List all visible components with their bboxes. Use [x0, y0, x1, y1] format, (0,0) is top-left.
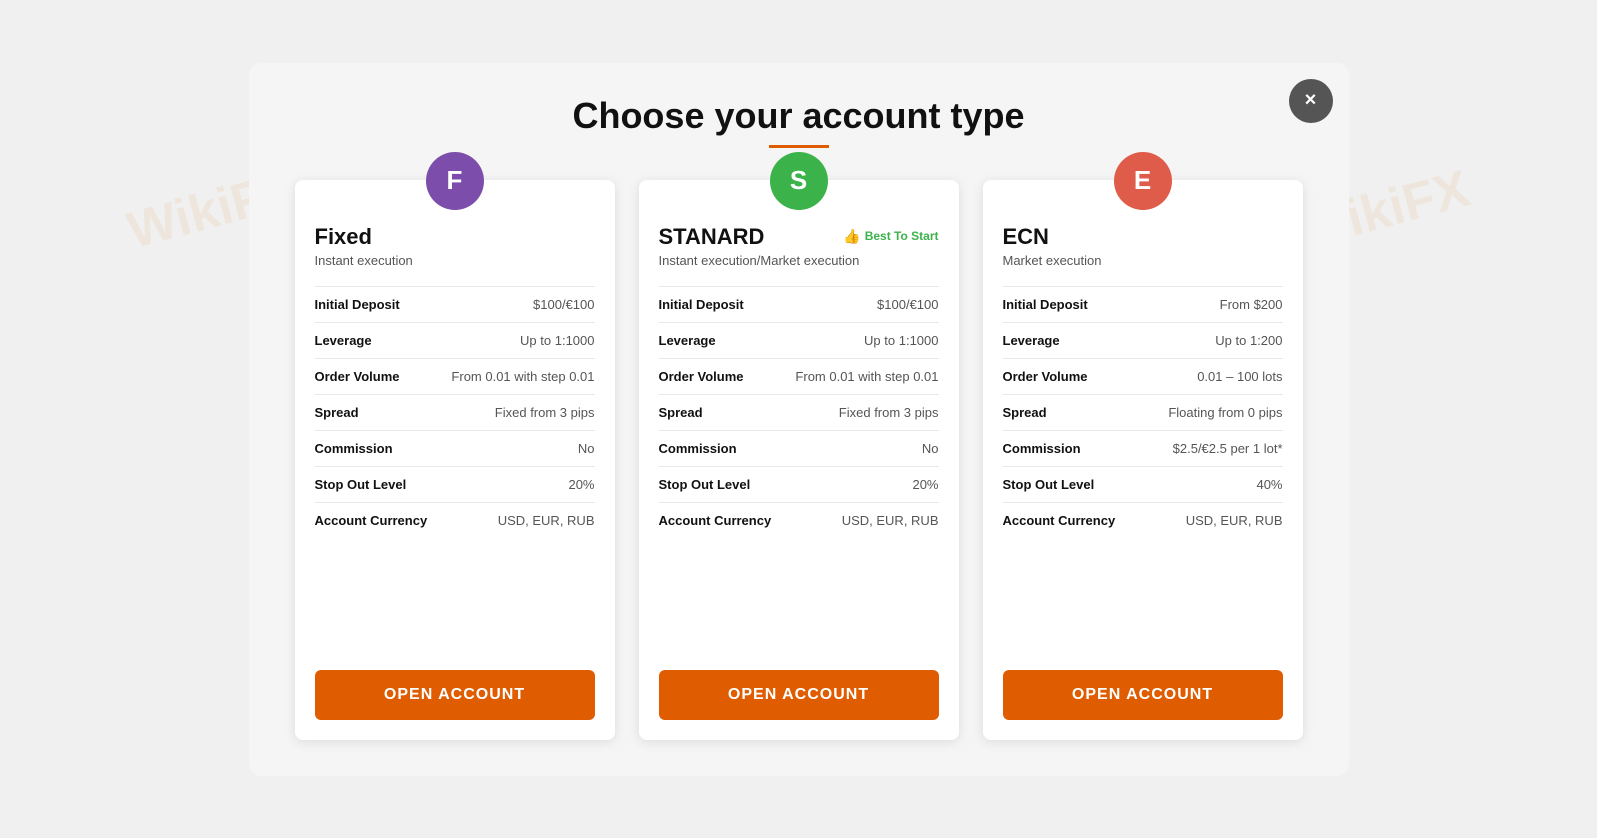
label-commission: Commission: [1003, 441, 1113, 456]
value-commission: No: [433, 441, 595, 456]
value-stop-out: 40%: [1121, 477, 1283, 492]
card-fixed-type: Fixed: [315, 224, 595, 250]
table-row: Stop Out Level 40%: [1003, 466, 1283, 502]
label-stop-out: Stop Out Level: [1003, 477, 1113, 492]
card-fixed-subtype: Instant execution: [315, 252, 595, 270]
table-row: Leverage Up to 1:1000: [315, 322, 595, 358]
label-currency: Account Currency: [1003, 513, 1116, 528]
value-spread: Floating from 0 pips: [1121, 405, 1283, 420]
close-button[interactable]: ×: [1289, 79, 1333, 123]
value-leverage: Up to 1:1000: [433, 333, 595, 348]
value-order-volume: 0.01 – 100 lots: [1121, 369, 1283, 384]
table-row: Order Volume From 0.01 with step 0.01: [315, 358, 595, 394]
label-order-volume: Order Volume: [659, 369, 769, 384]
thumb-icon: 👍: [843, 228, 860, 245]
card-stanard-wrapper: S STANARD Instant execution/Market execu…: [639, 180, 959, 740]
card-ecn: ECN Market execution Initial Deposit Fro…: [983, 180, 1303, 740]
value-initial-deposit: $100/€100: [777, 297, 939, 312]
label-commission: Commission: [315, 441, 425, 456]
table-row: Initial Deposit $100/€100: [659, 286, 939, 322]
modal: × Choose your account type F Fixed Insta…: [249, 63, 1349, 776]
card-stanard: STANARD Instant execution/Market executi…: [639, 180, 959, 740]
value-commission: No: [777, 441, 939, 456]
table-row: Spread Floating from 0 pips: [1003, 394, 1283, 430]
label-leverage: Leverage: [315, 333, 425, 348]
cards-container: F Fixed Instant execution Initial Deposi…: [285, 180, 1313, 740]
value-order-volume: From 0.01 with step 0.01: [433, 369, 595, 384]
table-row: Initial Deposit From $200: [1003, 286, 1283, 322]
label-initial-deposit: Initial Deposit: [315, 297, 425, 312]
avatar-fixed: F: [426, 152, 484, 210]
table-row: Commission No: [315, 430, 595, 466]
table-row: Commission $2.5/€2.5 per 1 lot*: [1003, 430, 1283, 466]
label-spread: Spread: [659, 405, 769, 420]
value-initial-deposit: $100/€100: [433, 297, 595, 312]
label-currency: Account Currency: [315, 513, 428, 528]
table-row: Leverage Up to 1:200: [1003, 322, 1283, 358]
open-account-ecn-button[interactable]: OPEN ACCOUNT: [1003, 670, 1283, 720]
label-initial-deposit: Initial Deposit: [659, 297, 769, 312]
page-title: Choose your account type: [285, 95, 1313, 137]
value-currency: USD, EUR, RUB: [1123, 513, 1282, 528]
open-account-stanard-button[interactable]: OPEN ACCOUNT: [659, 670, 939, 720]
table-row: Spread Fixed from 3 pips: [659, 394, 939, 430]
card-fixed: Fixed Instant execution Initial Deposit …: [295, 180, 615, 740]
value-spread: Fixed from 3 pips: [777, 405, 939, 420]
table-row: Initial Deposit $100/€100: [315, 286, 595, 322]
card-ecn-wrapper: E ECN Market execution Initial Deposit F…: [983, 180, 1303, 740]
table-row: Commission No: [659, 430, 939, 466]
value-commission: $2.5/€2.5 per 1 lot*: [1121, 441, 1283, 456]
close-icon: ×: [1305, 89, 1317, 112]
title-underline: [769, 145, 829, 148]
card-stanard-footer: OPEN ACCOUNT: [659, 650, 939, 740]
value-spread: Fixed from 3 pips: [433, 405, 595, 420]
card-ecn-subtype: Market execution: [1003, 252, 1283, 270]
open-account-fixed-button[interactable]: OPEN ACCOUNT: [315, 670, 595, 720]
label-initial-deposit: Initial Deposit: [1003, 297, 1113, 312]
value-stop-out: 20%: [433, 477, 595, 492]
value-order-volume: From 0.01 with step 0.01: [777, 369, 939, 384]
label-spread: Spread: [1003, 405, 1113, 420]
table-row: Account Currency USD, EUR, RUB: [315, 502, 595, 538]
card-fixed-wrapper: F Fixed Instant execution Initial Deposi…: [295, 180, 615, 740]
label-leverage: Leverage: [659, 333, 769, 348]
table-row: Order Volume 0.01 – 100 lots: [1003, 358, 1283, 394]
value-initial-deposit: From $200: [1121, 297, 1283, 312]
card-fixed-footer: OPEN ACCOUNT: [315, 650, 595, 740]
label-currency: Account Currency: [659, 513, 772, 528]
best-badge-text: Best To Start: [865, 229, 939, 243]
value-stop-out: 20%: [777, 477, 939, 492]
card-ecn-header: ECN Market execution: [1003, 224, 1283, 270]
value-currency: USD, EUR, RUB: [779, 513, 938, 528]
table-row: Account Currency USD, EUR, RUB: [659, 502, 939, 538]
card-stanard-subtype: Instant execution/Market execution: [659, 252, 939, 270]
avatar-stanard: S: [770, 152, 828, 210]
label-stop-out: Stop Out Level: [315, 477, 425, 492]
best-badge: 👍 Best To Start: [843, 228, 938, 245]
table-row: Order Volume From 0.01 with step 0.01: [659, 358, 939, 394]
label-stop-out: Stop Out Level: [659, 477, 769, 492]
table-row: Spread Fixed from 3 pips: [315, 394, 595, 430]
table-row: Stop Out Level 20%: [315, 466, 595, 502]
table-row: Stop Out Level 20%: [659, 466, 939, 502]
card-ecn-type: ECN: [1003, 224, 1283, 250]
value-currency: USD, EUR, RUB: [435, 513, 594, 528]
table-row: Leverage Up to 1:1000: [659, 322, 939, 358]
label-order-volume: Order Volume: [1003, 369, 1113, 384]
label-commission: Commission: [659, 441, 769, 456]
card-fixed-header: Fixed Instant execution: [315, 224, 595, 270]
label-leverage: Leverage: [1003, 333, 1113, 348]
value-leverage: Up to 1:200: [1121, 333, 1283, 348]
avatar-ecn: E: [1114, 152, 1172, 210]
label-order-volume: Order Volume: [315, 369, 425, 384]
card-ecn-footer: OPEN ACCOUNT: [1003, 650, 1283, 740]
value-leverage: Up to 1:1000: [777, 333, 939, 348]
label-spread: Spread: [315, 405, 425, 420]
card-stanard-header: STANARD Instant execution/Market executi…: [659, 224, 939, 270]
table-row: Account Currency USD, EUR, RUB: [1003, 502, 1283, 538]
